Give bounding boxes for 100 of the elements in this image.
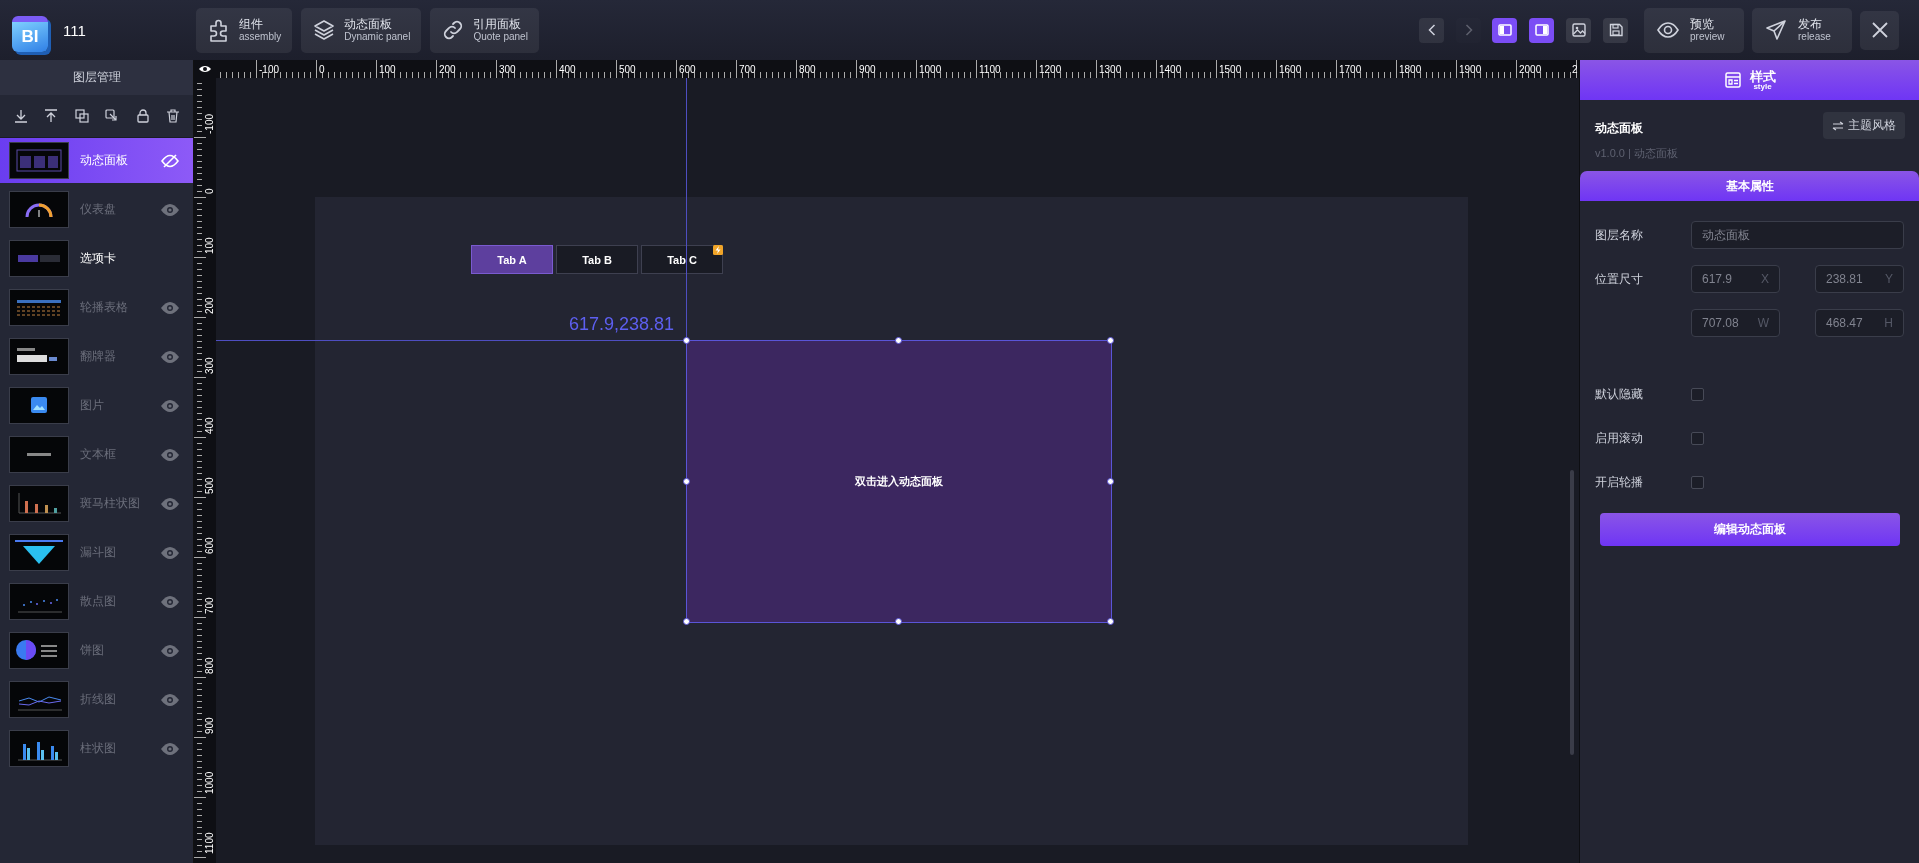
ruler-label: 1500 [1219,64,1242,75]
ruler-label: 300 [499,64,516,75]
tab[interactable]: Tab B [556,245,638,274]
resize-handle[interactable] [683,477,690,485]
resize-handle[interactable] [683,337,690,344]
ruler-label: 1000 [204,771,215,794]
layer-item[interactable]: 折线图 [0,677,193,722]
visibility-toggle[interactable] [160,349,180,364]
copy-button[interactable] [73,108,90,124]
lock-button[interactable] [134,108,151,124]
input-field[interactable]: 动态面板 [1691,221,1904,249]
layer-thumbnail [9,436,69,473]
ruler-label: 400 [204,417,215,434]
layer-item[interactable]: 图片 [0,383,193,428]
image-toggle[interactable] [1566,17,1591,43]
toolbar-button[interactable]: 引用面板 Quote panel [430,7,539,53]
resize-handle[interactable] [895,618,902,625]
visibility-toggle[interactable] [160,594,180,609]
move-up-button[interactable] [43,108,60,124]
preview-button[interactable]: 预览 preview [1644,7,1744,53]
copy-icon [73,108,90,124]
scrollbar[interactable] [1570,470,1574,755]
visibility-toggle[interactable] [160,300,180,315]
checkbox[interactable] [1691,431,1704,445]
ruler-label: -100 [259,64,279,75]
left-panel-toggle[interactable] [1492,17,1517,43]
resize-handle[interactable] [1107,618,1114,625]
move-down-button[interactable] [13,108,29,124]
visibility-toggle[interactable] [160,153,180,168]
delete-icon [164,108,181,124]
layer-item[interactable]: 柱状图 [0,726,193,771]
input-field[interactable]: 468.47 H [1815,309,1904,337]
ruler-label: 800 [799,64,816,75]
ruler-label: 100 [204,237,215,254]
resize-handle[interactable] [1107,477,1114,485]
ruler-label: 1200 [1039,64,1062,75]
ruler-label: 200 [204,297,215,314]
layer-item[interactable]: 轮播表格 [0,285,193,330]
left-panel-icon [1495,21,1514,39]
input-field[interactable]: 238.81 Y [1815,265,1904,293]
layer-thumbnail [9,730,69,767]
back-arrow-button[interactable] [1419,17,1444,43]
app-title: 111 [63,21,86,39]
ruler-label: 1400 [1159,64,1182,75]
layer-item[interactable]: 翻牌器 [0,334,193,379]
resize-handle[interactable] [1107,337,1114,344]
layers-icon [312,18,337,42]
ruler-label: 1100 [979,64,1001,75]
layer-item[interactable]: 斑马柱状图 [0,481,193,526]
layer-thumbnail [9,338,69,375]
input-field[interactable]: 707.08 W [1691,309,1780,337]
edit-panel-button[interactable]: 编辑动态面板 [1600,513,1900,546]
right-panel-toggle[interactable] [1529,17,1554,43]
layer-item[interactable]: 散点图 [0,579,193,624]
save-toggle[interactable] [1603,17,1628,43]
delete-button[interactable] [164,108,181,124]
ruler-label: 300 [204,357,215,374]
ruler-label: 1300 [1099,64,1122,75]
right-panel-icon [1532,21,1551,39]
panel-hint: 双击进入动态面板 [855,474,943,489]
layer-item[interactable]: 选项卡 [0,236,193,281]
theme-button[interactable]: 主题风格 [1823,112,1905,139]
visibility-toggle[interactable] [160,643,180,658]
resize-handle[interactable] [683,618,690,625]
visibility-toggle[interactable] [160,202,180,217]
layer-thumbnail [9,534,69,571]
toolbar-button[interactable]: 组件 assembly [196,7,293,53]
tab[interactable]: Tab C [641,245,723,274]
visibility-toggle[interactable] [160,545,180,560]
resize-handle[interactable] [895,337,902,344]
layer-item[interactable]: 漏斗图 [0,530,193,575]
visibility-toggle[interactable] [160,398,180,413]
layer-thumbnail [9,485,69,522]
image-icon [1569,21,1588,39]
toolbar-button[interactable]: 动态面板 Dynamic panel [301,7,422,53]
visibility-toggle[interactable] [160,692,180,707]
tab[interactable]: Tab A [471,245,553,274]
layer-item[interactable]: 文本框 [0,432,193,477]
ruler-label: 600 [204,537,215,554]
publish-button[interactable]: 发布 release [1752,7,1852,53]
layer-thumbnail [9,142,69,179]
layer-item[interactable]: 动态面板 [0,138,193,183]
field-label: 开启轮播 [1595,473,1644,491]
coordinate-label: 617.9,238.81 [569,314,675,335]
layer-item[interactable]: 饼图 [0,628,193,673]
style-tab[interactable]: 样式 style [1580,60,1919,100]
ruler-label: 0 [319,64,325,75]
visibility-toggle[interactable] [160,447,180,462]
app-logo: BI [12,16,48,52]
visibility-toggle[interactable] [160,496,180,511]
field-label: 图层名称 [1595,226,1644,244]
layer-item[interactable]: 仪表盘 [0,187,193,232]
input-field[interactable]: 617.9 X [1691,265,1780,293]
eye-icon[interactable] [198,64,212,74]
checkbox[interactable] [1691,475,1704,489]
visibility-toggle[interactable] [160,741,180,756]
close-button[interactable] [1860,10,1899,50]
dynamic-panel[interactable]: 双击进入动态面板 [686,340,1112,623]
checkbox[interactable] [1691,387,1704,401]
ruler-label: 1100 [204,832,215,854]
